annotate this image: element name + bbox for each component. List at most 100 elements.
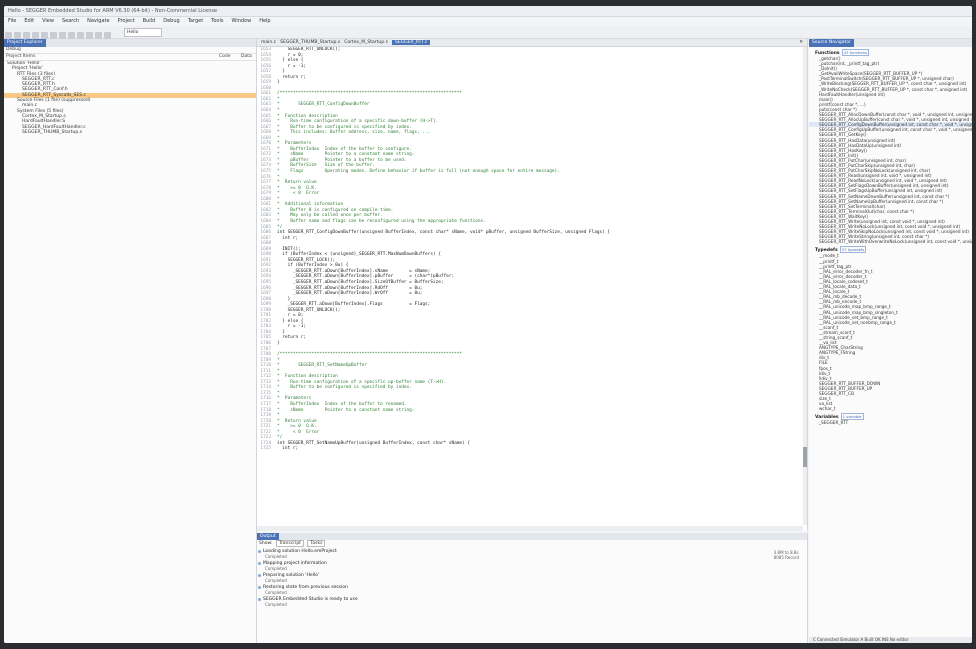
code-text: * SEGGER_RTT_SetNameUpBuffer xyxy=(277,363,367,369)
status-bar: C Connected Simulator A Built OK INS No … xyxy=(809,637,972,643)
output-entry[interactable]: Mapping project information Completed xyxy=(257,561,807,571)
vertical-scrollbar[interactable] xyxy=(803,47,807,525)
project-items-header: Project Items Code Data xyxy=(4,54,256,61)
code-text: } xyxy=(277,80,280,86)
menu-item-target[interactable]: Target xyxy=(188,18,203,24)
code-text: int r; xyxy=(277,235,299,241)
code-text: r = 0; xyxy=(277,313,304,319)
menu-item-project[interactable]: Project xyxy=(118,18,135,24)
menu-bar: File Edit View Search Navigate Project Build De… xyxy=(4,17,972,26)
navigator-item[interactable]: SEGGER_RTT_SetNameDownBuffer(unsigned in… xyxy=(809,194,972,199)
tasks-select[interactable]: Tasks xyxy=(307,540,326,547)
status-dot-icon xyxy=(258,550,261,553)
window-title: Hello - SEGGER Embedded Studio for ARM V… xyxy=(4,6,972,17)
code-text: * Additional information xyxy=(277,202,344,208)
menu-item-edit[interactable]: Edit xyxy=(24,18,34,24)
status-dot-icon xyxy=(258,574,261,577)
menu-item-file[interactable]: File xyxy=(8,18,16,24)
code-text: INIT(); xyxy=(277,246,301,252)
output-entry-status: Completed xyxy=(265,602,287,607)
transcript-select[interactable]: Transcript xyxy=(275,540,304,547)
menu-item-tools[interactable]: Tools xyxy=(211,18,223,24)
copy-icon[interactable] xyxy=(68,32,75,39)
status-dot-icon xyxy=(258,562,261,565)
navigator-item[interactable]: _SEGGER_RTT xyxy=(809,420,972,425)
code-text: * Parameters xyxy=(277,396,312,402)
output-entry-status: Completed xyxy=(265,554,287,559)
code-text: r = 0; xyxy=(277,52,304,58)
editor-tab[interactable]: SEGGER_THUMB_Startup.s xyxy=(280,40,340,45)
build-config-select[interactable]: Hello xyxy=(124,28,162,37)
menu-item-search[interactable]: Search xyxy=(62,18,79,24)
code-text: if (BufferIndex < (unsigned)_SEGGER_RTT.… xyxy=(277,252,441,258)
menu-item-navigate[interactable]: Navigate xyxy=(87,18,109,24)
project-filter[interactable]: Debug xyxy=(4,47,256,54)
code-text: * xyxy=(277,174,280,180)
navigator-item[interactable]: wchar_t xyxy=(809,406,972,411)
code-text: * May only be called once per buffer. xyxy=(277,213,383,219)
code-text: return r; xyxy=(277,335,307,341)
code-text: SEGGER_RTT_UNLOCK(); xyxy=(277,307,341,313)
code-text: * sName Pointer to a constant name strin… xyxy=(277,152,415,158)
save-all-icon[interactable] xyxy=(32,32,39,39)
output-entry[interactable]: Restoring state from previous session Com… xyxy=(257,585,807,595)
build-icon[interactable] xyxy=(95,32,102,39)
undo-icon[interactable] xyxy=(41,32,48,39)
editor-tab[interactable]: main.c xyxy=(261,40,276,45)
editor-tab[interactable]: Cortex_M_Startup.s xyxy=(344,40,388,45)
source-navigator-panel: Source Navigator Functions 47 functions _g… xyxy=(809,39,972,643)
code-text: * SEGGER_RTT_ConfigDownBuffer xyxy=(277,102,370,108)
code-text: * BufferIndex Index of the buffer to ren… xyxy=(277,402,407,407)
cut-icon[interactable] xyxy=(59,32,66,39)
redo-icon[interactable] xyxy=(50,32,57,39)
navigator-item[interactable]: _WriteBlocking(SEGGER_RTT_BUFFER_UP *, c… xyxy=(809,81,972,86)
code-text: _SEGGER_RTT.aDown[BufferIndex].SizeOfBuf… xyxy=(277,279,444,285)
code-text: * Buffer to be configured is specified b… xyxy=(277,124,412,130)
scroll-thumb[interactable] xyxy=(803,447,807,467)
navigator-item[interactable]: SEGGER_RTT_WriteWithOverwriteNoLock(unsi… xyxy=(809,239,972,244)
code-text: int r; xyxy=(277,446,299,452)
navigator-item[interactable]: _WriteNoCheck(SEGGER_RTT_BUFFER_UP *, co… xyxy=(809,87,972,92)
save-icon[interactable] xyxy=(23,32,30,39)
new-file-icon[interactable] xyxy=(5,32,12,39)
output-entry-status: Completed xyxy=(265,566,287,571)
code-area[interactable]: 1653 SEGGER_RTT_UNLOCK(); 1654 r = 0; 1655… xyxy=(257,47,807,525)
debug-icon[interactable] xyxy=(104,32,111,39)
code-text: * Return value xyxy=(277,180,317,186)
editor-tab[interactable]: SEGGER_RTT.c xyxy=(391,40,431,45)
project-explorer-tab[interactable]: Project Explorer xyxy=(4,39,256,47)
output-entry[interactable]: Loading solution Hello.emProject Complete… xyxy=(257,549,807,559)
open-icon[interactable] xyxy=(14,32,21,39)
count-badge: 37 typedefs xyxy=(839,246,867,254)
code-text: /***************************************… xyxy=(277,91,463,97)
code-text: } xyxy=(277,296,291,302)
code-line: 1725 int r; xyxy=(257,446,807,452)
code-text: _SEGGER_RTT.aDown[BufferIndex].WrOff = 0… xyxy=(277,291,423,297)
menu-item-window[interactable]: Window xyxy=(231,18,251,24)
code-text: _SEGGER_RTT.aDown[BufferIndex].RdOff = 0… xyxy=(277,285,423,291)
close-icon[interactable]: ✕ xyxy=(799,39,803,46)
code-text: * Function description xyxy=(277,113,338,119)
code-text: * xyxy=(277,413,280,419)
horizontal-scrollbar[interactable] xyxy=(257,526,803,531)
code-text: } xyxy=(277,69,285,75)
output-entry[interactable]: Preparing solution 'Hello' Completed xyxy=(257,573,807,583)
find-icon[interactable] xyxy=(86,32,93,39)
paste-icon[interactable] xyxy=(77,32,84,39)
menu-item-build[interactable]: Build xyxy=(143,18,156,24)
status-dot-icon xyxy=(258,586,261,589)
tree-item[interactable]: SEGGER_THUMB_Startup.s xyxy=(4,130,256,135)
code-text: */ xyxy=(277,435,283,441)
toolbar: Hello xyxy=(4,26,972,39)
menu-item-debug[interactable]: Debug xyxy=(163,18,179,24)
code-text: * xyxy=(277,108,280,114)
code-text: int SEGGER_RTT_ConfigDownBuffer(unsigned… xyxy=(277,230,611,236)
source-navigator-tab[interactable]: Source Navigator xyxy=(809,39,972,47)
output-tab[interactable]: Output xyxy=(257,533,807,540)
code-text: _SEGGER_RTT.aDown[BufferIndex].Flags = F… xyxy=(277,302,431,308)
menu-item-help[interactable]: Help xyxy=(259,18,270,24)
menu-item-view[interactable]: View xyxy=(42,18,54,24)
code-text: int SEGGER_RTT_SetNameUpBuffer(unsigned … xyxy=(277,440,470,446)
code-text: * Return value xyxy=(277,418,317,424)
output-entry[interactable]: SEGGER Embedded Studio is ready to use Co… xyxy=(257,597,807,607)
